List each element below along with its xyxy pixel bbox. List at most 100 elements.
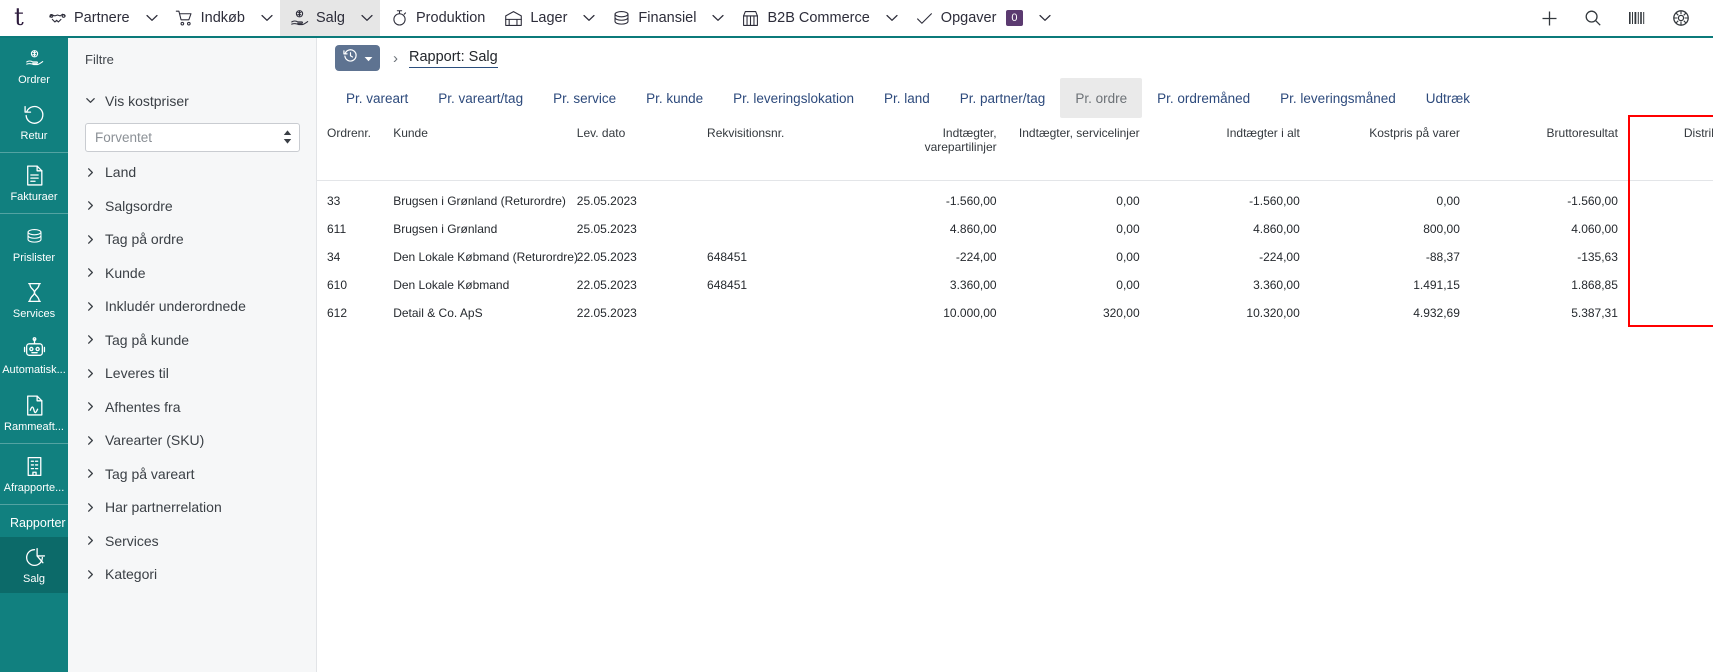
filter-afhentes-fra[interactable]: Afhentes fra [85,390,300,424]
filter-services[interactable]: Services [85,524,300,558]
tab-pr-kunde[interactable]: Pr. kunde [631,78,718,118]
table-row[interactable]: 612Detail & Co. ApS22.05.202310.000,0032… [317,299,1713,327]
chevron-right-icon [85,267,96,278]
filter-kategori[interactable]: Kategori [85,558,300,592]
invoice-icon [23,164,46,187]
chevron-down-icon[interactable] [254,0,280,36]
nav-item-b2b-commerce[interactable]: B2B Commerce [731,0,878,36]
filter-label: Afhentes fra [105,399,181,415]
table-row[interactable]: 611Brugsen i Grønland25.05.20234.860,000… [317,215,1713,243]
cell-kostpris-på-varer: -88,37 [1310,243,1470,271]
rail-item-retur[interactable]: Retur [0,94,68,150]
history-button[interactable] [335,45,380,71]
column-header-lev-dato[interactable]: Lev. dato [567,118,697,181]
column-header-rekvisitionsnr[interactable]: Rekvisitionsnr. [697,118,859,181]
filter-varearter-sku[interactable]: Varearter (SKU) [85,424,300,458]
app-logo-text: t [14,3,24,31]
chevron-right-icon [85,200,96,211]
column-header-indtægter-varepartilinjer[interactable]: Indtægter, varepartilinjer [859,118,1006,181]
table-row[interactable]: 610Den Lokale Købmand22.05.20236484513.3… [317,271,1713,299]
check-icon [915,9,934,28]
rail-item-fakturaer[interactable]: Fakturaer [0,155,68,211]
cell-kunde: Brugsen i Grønland [383,215,567,243]
column-header-bruttoresultat[interactable]: Bruttoresultat [1470,118,1628,181]
table-row[interactable]: 33Brugsen i Grønland (Returordre)25.05.2… [317,181,1713,216]
rail-item-label: Prislister [13,252,55,264]
cell-distributionsomk: 420,00 [1628,181,1713,216]
cell-ordrenr: 34 [317,243,383,271]
rail-item-ordrer[interactable]: Ordrer [0,38,68,94]
cell-ordrenr: 610 [317,271,383,299]
tab-pr-leveringsmåned[interactable]: Pr. leveringsmåned [1265,78,1411,118]
cell-indtægter-i-alt: -224,00 [1150,243,1310,271]
rail-item-afrapporte[interactable]: Afrapporte... [0,446,68,502]
filter-vis-kostpriser[interactable]: Vis kostpriser [85,84,300,118]
cell-indtægter-varepartilinjer: 4.860,00 [859,215,1006,243]
barcode-icon[interactable] [1615,0,1659,37]
chevron-down-icon[interactable] [705,0,731,36]
nav-item-finansiel[interactable]: Finansiel [602,0,705,36]
column-header-indtægter-i-alt[interactable]: Indtægter i alt [1150,118,1310,181]
chevron-down-icon[interactable] [879,0,905,36]
globe-icon[interactable] [1659,0,1703,37]
app-logo[interactable]: t [0,0,38,36]
nav-item-indk-b[interactable]: Indkøb [165,0,254,36]
tab-pr-service[interactable]: Pr. service [538,78,631,118]
rail-item-services[interactable]: Services [0,272,68,328]
filter-land[interactable]: Land [85,156,300,190]
chevron-down-icon[interactable] [1032,0,1058,36]
chevron-down-icon[interactable] [576,0,602,36]
report-table-container[interactable]: Ordrenr.KundeLev. datoRekvisitionsnr.Ind… [317,118,1713,672]
table-row[interactable]: 34Den Lokale Købmand (Returordre)22.05.2… [317,243,1713,271]
filter-kunde[interactable]: Kunde [85,256,300,290]
breadcrumb-current[interactable]: Rapport: Salg [409,49,498,68]
tab-pr-vareart[interactable]: Pr. vareart [331,78,423,118]
tab-pr-land[interactable]: Pr. land [869,78,945,118]
nav-item-lager[interactable]: Lager [494,0,576,36]
filter-salgsordre[interactable]: Salgsordre [85,189,300,223]
column-header-indtægter-servicelinjer[interactable]: Indtægter, servicelinjer [1007,118,1150,181]
filter-tag-på-ordre[interactable]: Tag på ordre [85,223,300,257]
chevron-down-icon[interactable] [139,0,165,36]
rail-item-automatisk[interactable]: Automatisk... [0,328,68,384]
cell-rekvisitionsnr [697,215,859,243]
top-nav-actions [1527,0,1713,36]
tab-pr-vareart-tag[interactable]: Pr. vareart/tag [423,78,538,118]
rail-item-prislister[interactable]: Prislister [0,216,68,272]
nav-item-opgaver[interactable]: Opgaver0 [905,0,1032,36]
column-header-kostpris-på-varer[interactable]: Kostpris på varer [1310,118,1470,181]
filter-tag-på-kunde[interactable]: Tag på kunde [85,323,300,357]
tab-udtræk[interactable]: Udtræk [1411,78,1485,118]
rail-item-rammeaft[interactable]: Rammeaft... [0,385,68,441]
chevron-right-icon [85,435,96,446]
nav-item-partnere[interactable]: Partnere [38,0,139,36]
tab-pr-ordremåned[interactable]: Pr. ordremåned [1142,78,1265,118]
rail-section-heading-rapporter: Rapporter [0,507,68,537]
chevron-right-icon [85,234,96,245]
chevron-down-icon[interactable] [354,0,380,36]
tab-pr-ordre[interactable]: Pr. ordre [1060,78,1142,118]
nav-item-salg[interactable]: Salg [280,0,354,36]
cell-lev-dato: 22.05.2023 [567,271,697,299]
cell-rekvisitionsnr: 648451 [697,271,859,299]
hand-coin-icon [23,47,46,70]
plus-icon[interactable] [1527,0,1571,37]
chevron-right-icon [85,535,96,546]
building-icon [23,455,46,478]
filter-inklud-r-underordnede[interactable]: Inkludér underordnede [85,290,300,324]
cell-indtægter-i-alt: 4.860,00 [1150,215,1310,243]
filter-har-partnerrelation[interactable]: Har partnerrelation [85,491,300,525]
column-header-ordrenr[interactable]: Ordrenr. [317,118,383,181]
column-header-kunde[interactable]: Kunde [383,118,567,181]
filter-tag-på-vareart[interactable]: Tag på vareart [85,457,300,491]
search-icon[interactable] [1571,0,1615,37]
cell-lev-dato: 22.05.2023 [567,243,697,271]
nav-item-produktion[interactable]: Produktion [380,0,494,36]
filter-leveres-til[interactable]: Leveres til [85,357,300,391]
cell-indtægter-i-alt: -1.560,00 [1150,181,1310,216]
tab-pr-partner-tag[interactable]: Pr. partner/tag [945,78,1061,118]
tab-pr-leveringslokation[interactable]: Pr. leveringslokation [718,78,869,118]
column-header-distributionsomk[interactable]: Distributionsomk. [1628,118,1713,181]
cost-price-select[interactable]: Forventet [85,123,300,152]
rail-item-salg[interactable]: Salg [0,537,68,593]
